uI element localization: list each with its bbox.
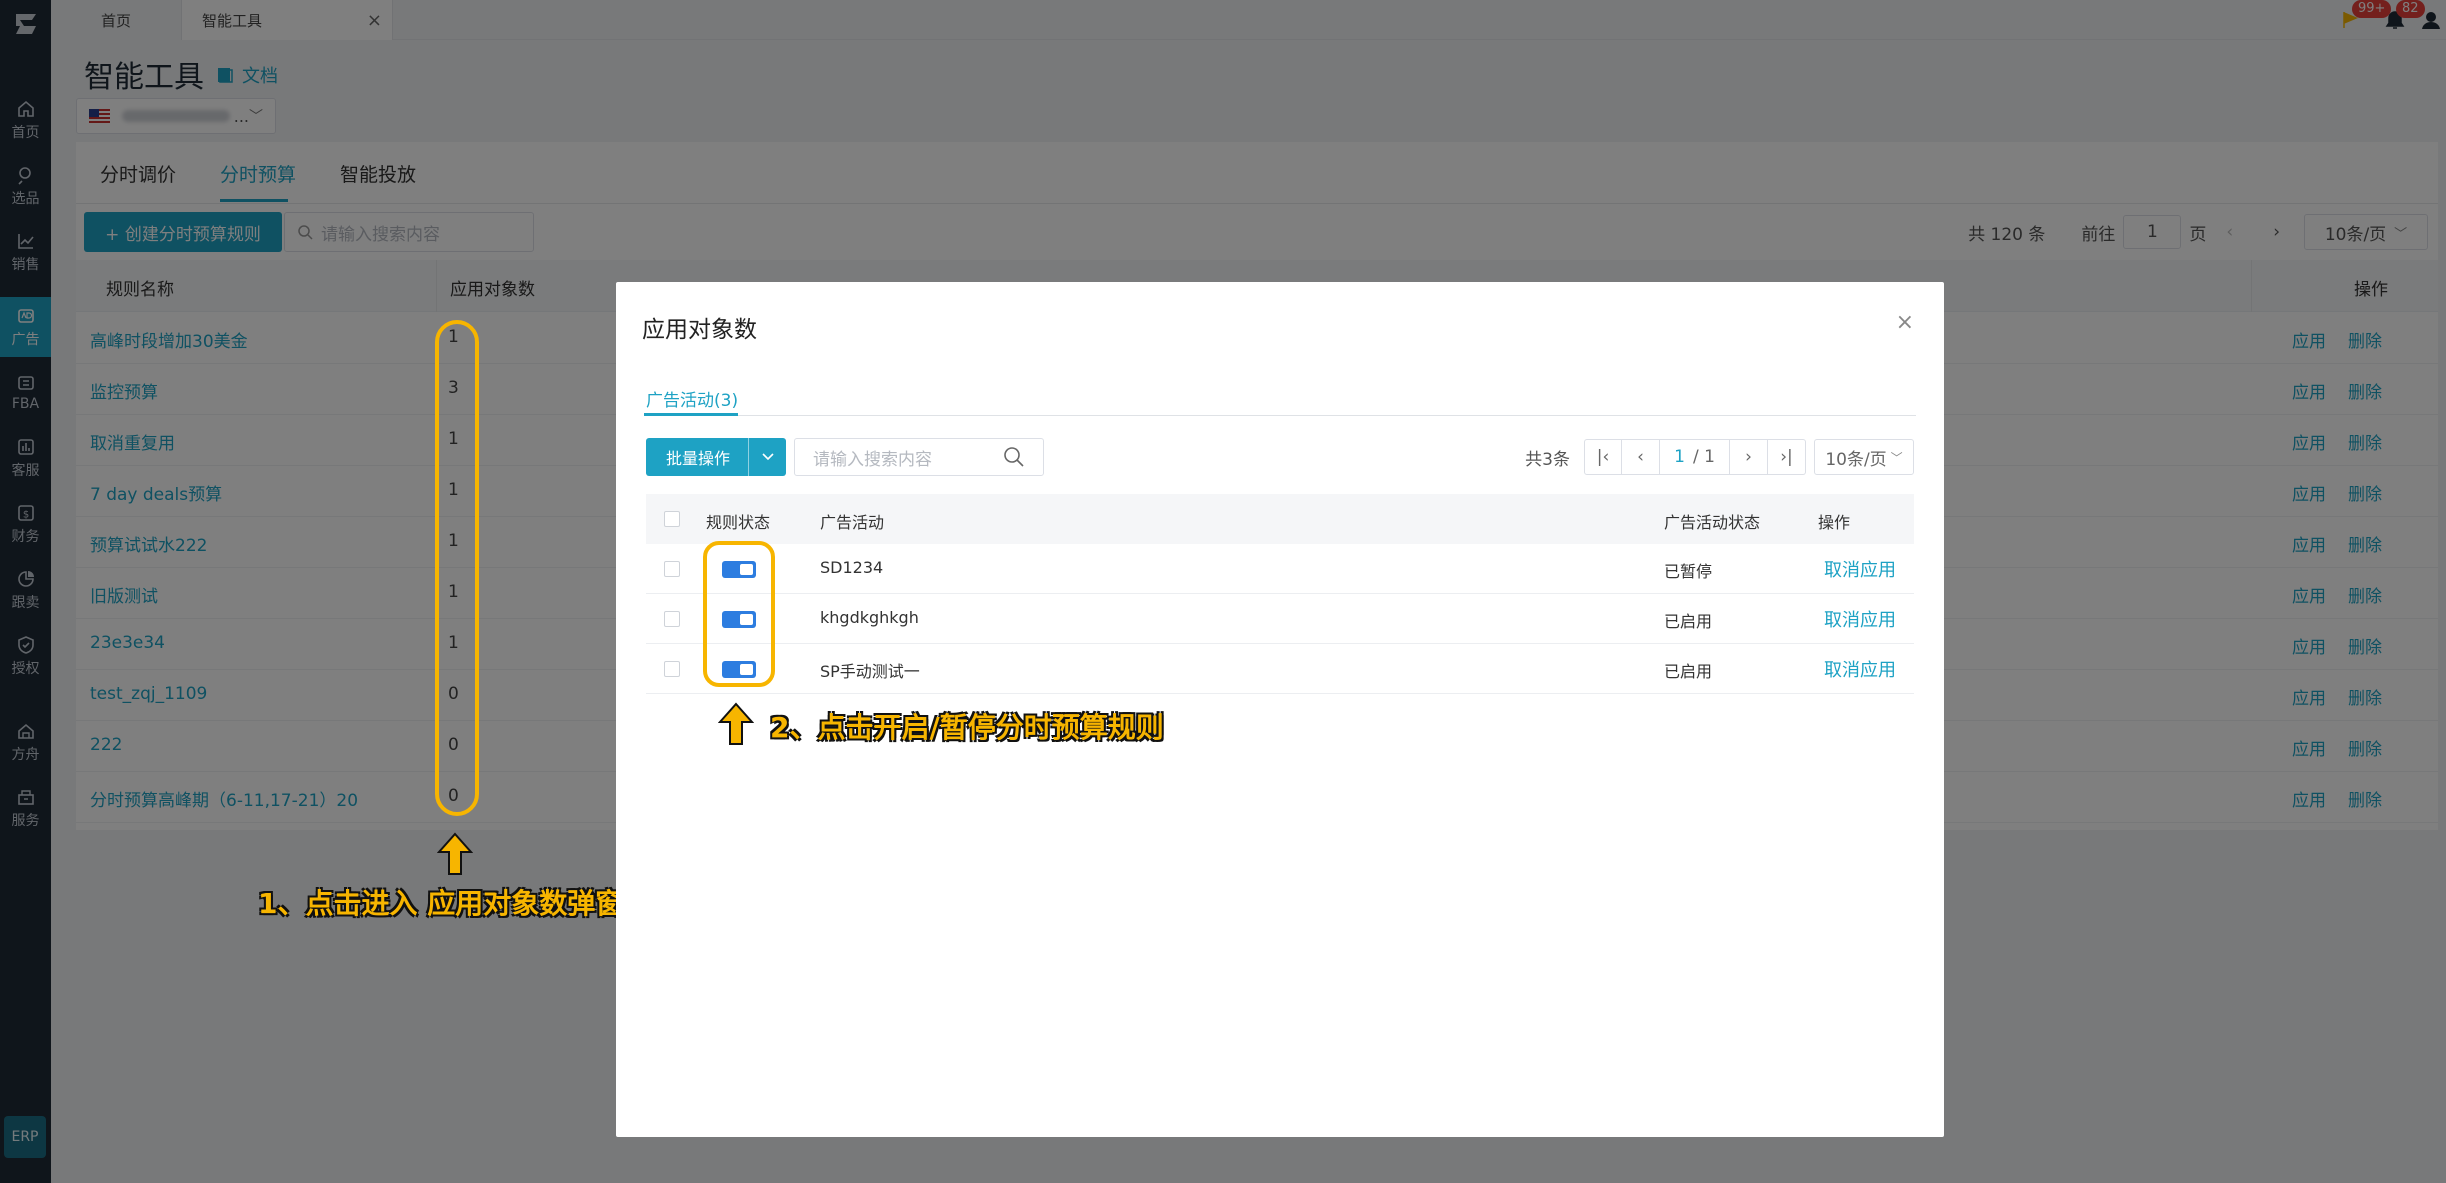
page-size-label: 10条/页 [1825,449,1887,470]
search-placeholder: 请输入搜索内容 [813,449,932,470]
arrow-up-icon [718,702,754,745]
close-icon[interactable]: × [1896,310,1914,335]
row-checkbox[interactable] [664,561,680,577]
campaign-name: SP手动测试一 [820,662,920,681]
modal-page-total: / 1 [1692,447,1715,467]
cancel-apply-link[interactable]: 取消应用 [1824,656,1896,682]
batch-label: 批量操作 [666,449,731,468]
next-page-icon[interactable]: › [1730,439,1768,475]
active-tab-indicator [644,413,738,416]
campaign-status: 已启用 [1664,612,1713,631]
chevron-down-icon: ﹀ [1890,450,1903,465]
row-checkbox[interactable] [664,611,680,627]
campaign-status: 已暂停 [1664,562,1713,581]
last-page-icon[interactable]: ›| [1768,439,1806,475]
cancel-apply-link[interactable]: 取消应用 [1824,606,1896,632]
modal-table-header: 规则状态 广告活动 广告活动状态 操作 [646,494,1914,544]
row-checkbox[interactable] [664,661,680,677]
campaign-name: SD1234 [820,558,884,577]
campaign-status: 已启用 [1664,662,1713,681]
annotation-note-1: 1、点击进入 应用对象数弹窗 [258,887,624,920]
select-all-checkbox[interactable] [664,511,680,527]
prev-page-icon[interactable]: ‹ [1622,439,1660,475]
page-indicator[interactable]: 1 / 1 [1660,439,1730,475]
col-campaign: 广告活动 [820,513,885,532]
cancel-apply-link[interactable]: 取消应用 [1824,556,1896,582]
annotation-note-2: 2、点击开启/暂停分时预算规则 [770,711,1164,744]
modal-title: 应用对象数 [642,317,757,343]
col-rule-status: 规则状态 [706,513,771,532]
col-campaign-status: 广告活动状态 [1664,513,1761,532]
col-modal-ops: 操作 [1818,513,1851,532]
modal-page-size-select[interactable]: 10条/页 ﹀ [1814,439,1914,475]
batch-operation-button[interactable]: 批量操作 [646,438,786,476]
first-page-icon[interactable]: |‹ [1584,439,1622,475]
tab-divider [644,415,1916,416]
campaign-name: khgdkghkgh [820,608,919,627]
chevron-down-icon[interactable] [748,438,786,476]
modal-total: 共3条 [1525,449,1570,470]
table-row: SP手动测试一 已启用 取消应用 [646,644,1914,694]
toggle-highlight [703,541,775,687]
modal-search-input[interactable]: 请输入搜索内容 [794,438,1044,476]
arrow-up-icon [437,832,473,875]
apply-count-highlight [435,320,479,816]
tab-campaigns[interactable]: 广告活动(3) [646,386,738,411]
modal-page: 1 [1674,447,1685,467]
table-row: khgdkghkgh 已启用 取消应用 [646,594,1914,644]
modal-pagination: 共3条 |‹ ‹ 1 / 1 › ›| 10条/页 ﹀ [1525,438,1914,476]
table-row: SD1234 已暂停 取消应用 [646,544,1914,594]
search-icon[interactable] [1003,446,1025,468]
